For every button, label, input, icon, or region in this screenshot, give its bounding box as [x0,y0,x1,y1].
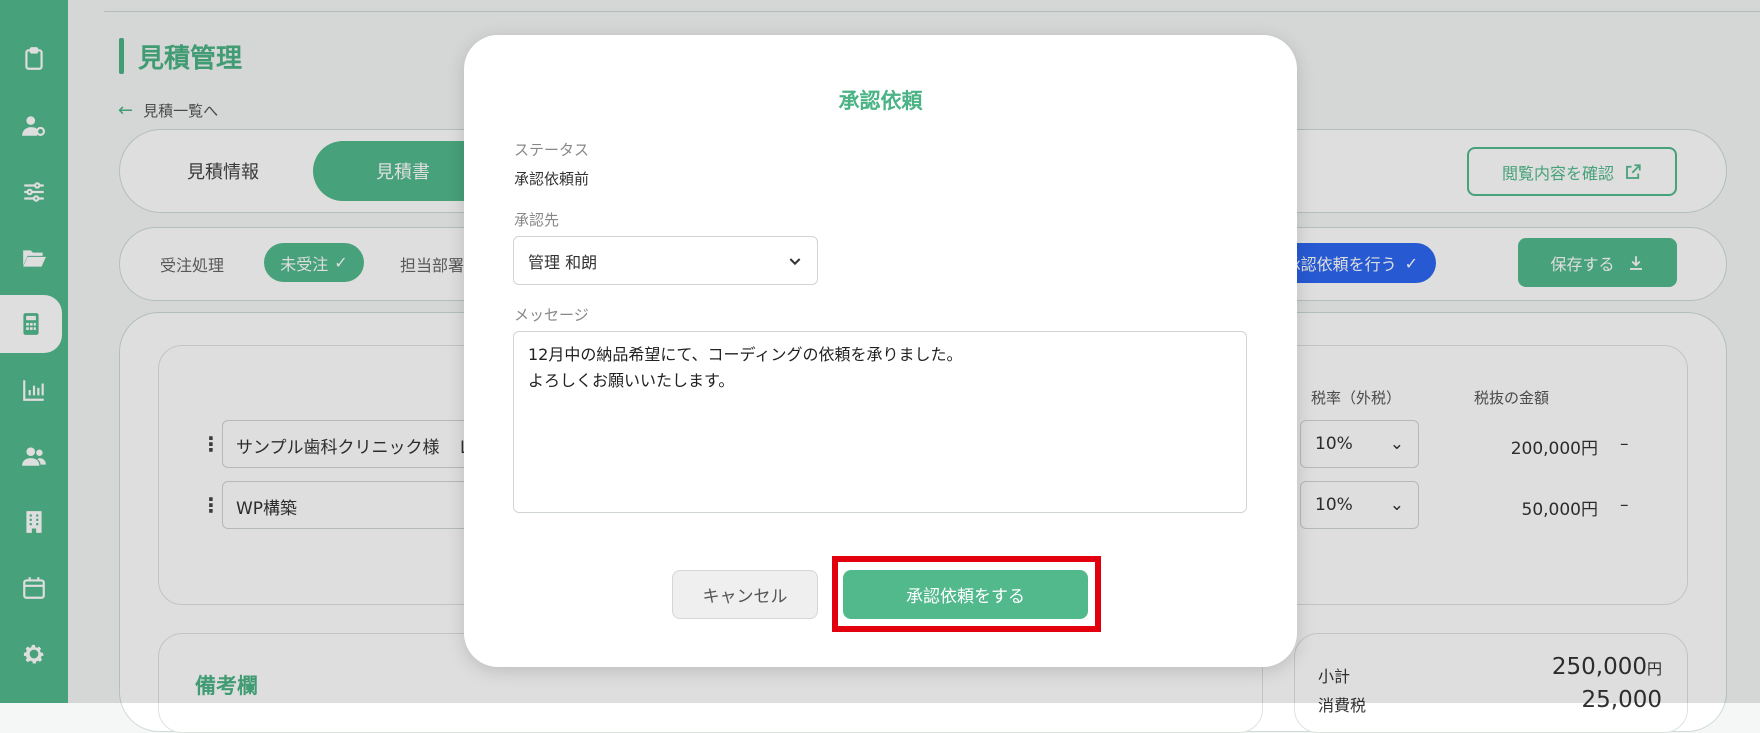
chevron-down-icon [789,257,801,265]
message-label: メッセージ [514,306,589,324]
approver-value: 管理 和朗 [528,252,598,272]
message-textarea[interactable]: 12月中の納品希望にて、コーディングの依頼を承りました。 よろしくお願いいたしま… [513,331,1247,513]
highlight-frame [832,556,1101,632]
status-label: ステータス [514,141,590,159]
approver-label: 承認先 [514,211,560,229]
modal-title: 承認依頼 [838,89,923,113]
cancel-button[interactable]: キャンセル [672,570,818,619]
status-value: 承認依頼前 [514,170,590,188]
approver-select[interactable]: 管理 和朗 [513,236,818,285]
